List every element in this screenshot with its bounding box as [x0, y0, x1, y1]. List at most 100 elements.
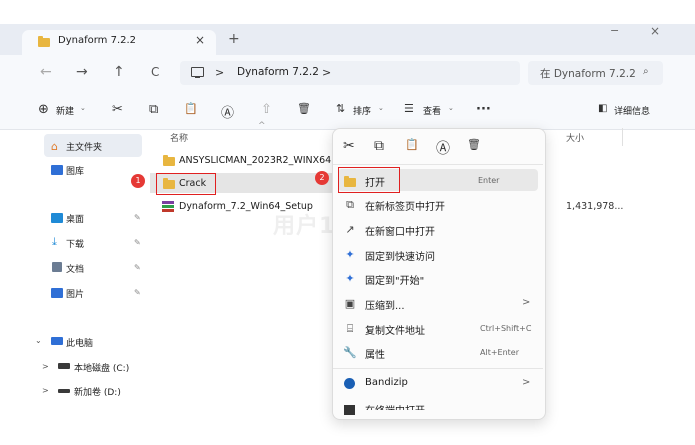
- folder-icon: [163, 155, 175, 166]
- bandizip-icon: [344, 378, 355, 389]
- menu-item-compress[interactable]: 压缩到...: [365, 297, 405, 312]
- new-tab-button[interactable]: +: [228, 31, 240, 47]
- gallery-icon: [51, 165, 63, 175]
- compress-icon: ▣: [344, 297, 356, 310]
- tab-title: Dynaform 7.2.2: [58, 35, 137, 46]
- download-icon: ⤓: [52, 235, 57, 248]
- menu-item-properties[interactable]: 属性: [365, 346, 385, 361]
- pin-icon: ✦: [345, 248, 355, 261]
- menu-item-open-new-tab[interactable]: 在新标签页中打开: [365, 198, 445, 213]
- menu-item-open-new-window[interactable]: 在新窗口中打开: [365, 223, 435, 238]
- column-divider[interactable]: [622, 128, 623, 146]
- chevron-right-icon[interactable]: >: [42, 386, 49, 395]
- menu-item-pin-quick-access[interactable]: 固定到快速访问: [365, 248, 435, 263]
- paste-icon[interactable]: 📋: [184, 102, 198, 115]
- sort-icon[interactable]: ⇅: [336, 102, 345, 115]
- pin-icon: ✎: [134, 288, 141, 297]
- up-button[interactable]: ↑: [113, 64, 125, 80]
- picture-icon: [51, 288, 63, 298]
- drive-icon: [58, 363, 70, 369]
- chevron-down-icon[interactable]: ⌄: [448, 104, 454, 112]
- breadcrumb-dynaform[interactable]: Dynaform 7.2.2: [237, 66, 319, 78]
- rename-icon[interactable]: Ⓐ: [436, 138, 450, 158]
- details-button[interactable]: 详细信息: [614, 104, 650, 117]
- new-button[interactable]: 新建: [56, 104, 74, 117]
- chevron-down-icon[interactable]: ⌄: [378, 104, 384, 112]
- search-placeholder: 在 Dynaform 7.2.2: [540, 68, 636, 80]
- desktop-icon: [51, 213, 63, 223]
- new-tab-icon: ⧉: [346, 198, 354, 211]
- annotation-box-1: [156, 173, 216, 195]
- details-pane-icon[interactable]: ◧: [598, 103, 607, 114]
- rename-icon[interactable]: Ⓐ: [221, 102, 234, 121]
- sidebar-item-desktop[interactable]: 桌面: [66, 212, 84, 225]
- minimize-button[interactable]: −: [610, 24, 619, 37]
- breadcrumb-chevron[interactable]: >: [322, 66, 331, 79]
- sidebar-item-drive-d[interactable]: 新加卷 (D:): [74, 385, 121, 398]
- sidebar-item-pictures[interactable]: 图片: [66, 287, 84, 300]
- pc-icon: [51, 337, 63, 345]
- menu-item-copy-path[interactable]: 复制文件地址: [365, 322, 425, 337]
- cut-icon[interactable]: ✂: [343, 138, 355, 154]
- document-icon: [52, 262, 62, 272]
- pin-icon: ✎: [134, 213, 141, 222]
- back-button[interactable]: ←: [40, 64, 52, 80]
- monitor-icon: [191, 67, 204, 79]
- menu-shortcut: Ctrl+Shift+C: [480, 324, 532, 333]
- properties-icon: 🔧: [343, 346, 357, 359]
- sidebar-item-drive-c[interactable]: 本地磁盘 (C:): [74, 361, 129, 374]
- annotation-badge-2: 2: [315, 171, 329, 185]
- menu-item-bandizip[interactable]: Bandizip: [365, 377, 408, 388]
- folder-icon: [38, 36, 50, 47]
- delete-icon[interactable]: 🗑: [467, 138, 481, 151]
- sidebar-item-documents[interactable]: 文档: [66, 262, 84, 275]
- cut-icon[interactable]: ✂: [112, 102, 123, 117]
- pin-icon: ✎: [134, 263, 141, 272]
- delete-icon[interactable]: 🗑: [297, 102, 311, 115]
- copy-icon[interactable]: ⧉: [374, 138, 384, 154]
- view-icon[interactable]: ☰: [404, 102, 414, 115]
- chevron-down-icon[interactable]: ⌄: [80, 104, 86, 112]
- menu-item-pin-start[interactable]: 固定到"开始": [365, 272, 424, 287]
- column-header-name[interactable]: 名称: [170, 131, 188, 144]
- copy-icon[interactable]: ⧉: [149, 102, 158, 117]
- address-bar[interactable]: [180, 61, 520, 85]
- sidebar-item-downloads[interactable]: 下载: [66, 237, 84, 250]
- chevron-right-icon: >: [522, 297, 531, 308]
- command-bar: [0, 91, 695, 130]
- tab-close-icon[interactable]: ×: [195, 33, 205, 47]
- chevron-down-icon[interactable]: ⌄: [35, 336, 42, 345]
- chevron-right-icon: >: [522, 377, 531, 388]
- file-size: 1,431,978...: [566, 201, 624, 212]
- menu-shortcut: Enter: [478, 176, 500, 185]
- refresh-button[interactable]: C: [151, 65, 159, 79]
- forward-button[interactable]: →: [76, 64, 88, 80]
- terminal-icon: [344, 405, 355, 415]
- file-row-ansyslicman[interactable]: ANSYSLICMAN_2023R2_WINX64: [179, 155, 331, 166]
- home-icon: ⌂: [51, 140, 58, 153]
- annotation-box-2: [338, 167, 400, 193]
- menu-separator: [333, 368, 543, 369]
- close-window-button[interactable]: ×: [650, 24, 660, 38]
- archive-band: [162, 209, 174, 212]
- pin-icon: ✎: [134, 238, 141, 247]
- share-icon[interactable]: ⇧: [261, 102, 272, 117]
- sidebar-item-gallery[interactable]: 图库: [66, 164, 84, 177]
- drive-icon: [58, 389, 70, 393]
- new-window-icon: ↗: [345, 223, 355, 236]
- more-button[interactable]: ···: [476, 102, 491, 117]
- sidebar-item-this-pc[interactable]: 此电脑: [66, 336, 93, 349]
- new-icon[interactable]: ⊕: [38, 102, 49, 117]
- view-button[interactable]: 查看: [423, 104, 441, 117]
- chevron-right-icon[interactable]: >: [42, 362, 49, 371]
- archive-icon: [162, 201, 174, 212]
- archive-band: [162, 205, 174, 208]
- archive-band: [162, 201, 174, 204]
- search-icon[interactable]: ⌕: [643, 66, 649, 77]
- sort-button[interactable]: 排序: [353, 104, 371, 117]
- column-header-size[interactable]: 大小: [566, 131, 584, 144]
- breadcrumb-chevron[interactable]: >: [215, 66, 224, 79]
- paste-icon[interactable]: 📋: [405, 138, 419, 151]
- sidebar-item-home[interactable]: 主文件夹: [66, 140, 102, 153]
- menu-item-terminal[interactable]: 在终端中打开: [365, 402, 425, 410]
